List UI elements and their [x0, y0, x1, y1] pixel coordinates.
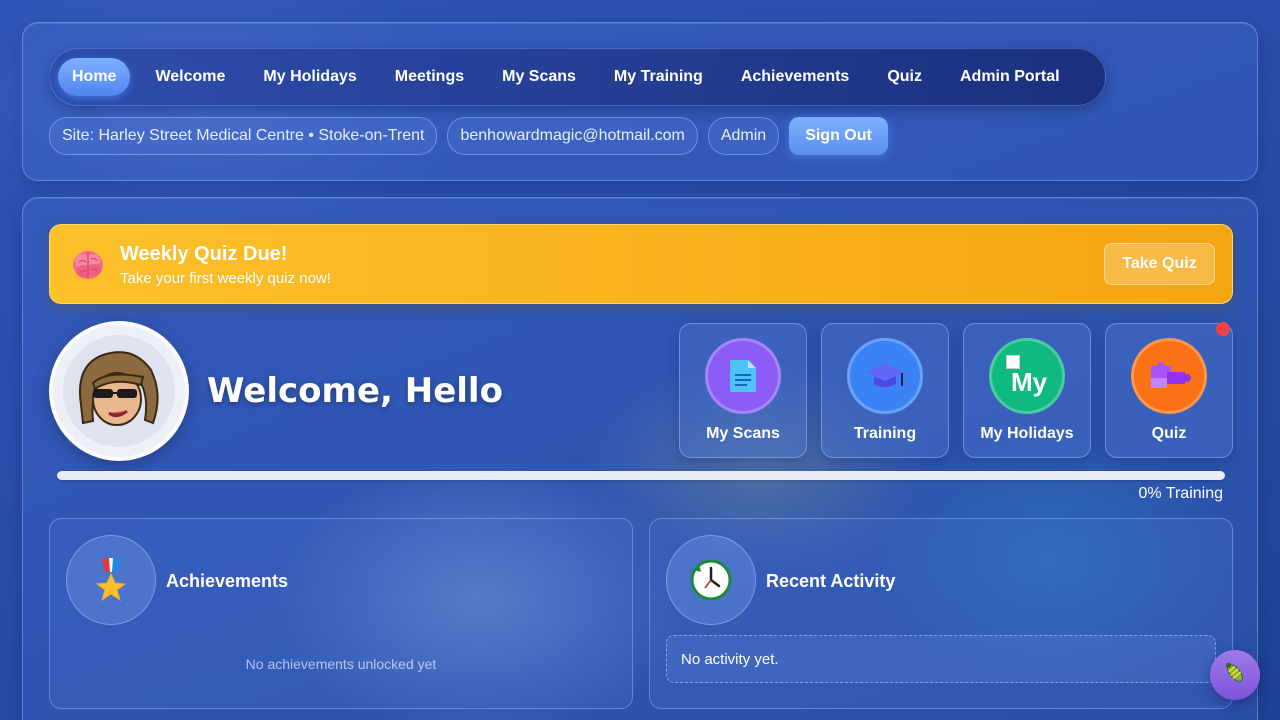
activity-empty-box: No activity yet.: [666, 635, 1216, 683]
nav-item-my-holidays[interactable]: My Holidays: [244, 58, 375, 96]
tile-my-holidays[interactable]: My My Holidays: [963, 323, 1091, 458]
nav-item-achievements[interactable]: Achievements: [722, 58, 869, 96]
take-quiz-button[interactable]: Take Quiz: [1104, 243, 1215, 285]
achievements-card: Achievements No achievements unlocked ye…: [49, 518, 633, 709]
sign-out-button[interactable]: Sign Out: [789, 117, 888, 155]
nav-item-welcome[interactable]: Welcome: [136, 58, 244, 96]
site-badge: Site: Harley Street Medical Centre • Sto…: [49, 117, 438, 155]
achievements-title: Achievements: [166, 571, 289, 591]
header-panel: Home Welcome My Holidays Meetings My Sca…: [22, 22, 1258, 181]
user-info-row: Site: Harley Street Medical Centre • Sto…: [49, 117, 888, 155]
clock-icon: [666, 535, 756, 625]
brain-icon: [70, 247, 106, 283]
tile-training[interactable]: Training: [821, 323, 949, 458]
nav-item-my-training[interactable]: My Training: [595, 58, 722, 96]
bug-report-button[interactable]: [1210, 650, 1260, 700]
dashboard-panel: Weekly Quiz Due! Take your first weekly …: [22, 197, 1258, 720]
tile-label: My Holidays: [980, 425, 1074, 442]
tile-label: Training: [853, 425, 917, 442]
notification-badge: [1216, 322, 1230, 336]
graduation-cap-icon: [847, 338, 923, 414]
quiz-banner-title: Weekly Quiz Due!: [120, 243, 288, 265]
nav-item-my-scans[interactable]: My Scans: [483, 58, 595, 96]
nav-item-home[interactable]: Home: [58, 58, 131, 96]
training-progress-label: 0% Training: [1138, 485, 1224, 502]
recent-activity-card: Recent Activity No activity yet.: [649, 518, 1233, 709]
quiz-due-banner: Weekly Quiz Due! Take your first weekly …: [49, 224, 1233, 304]
tile-label: Quiz: [1151, 425, 1187, 442]
tile-my-scans[interactable]: My Scans: [679, 323, 807, 458]
medal-icon: [66, 535, 156, 625]
tile-quiz[interactable]: Quiz: [1105, 322, 1233, 458]
achievements-empty-text: No achievements unlocked yet: [245, 656, 437, 672]
tile-label: My Scans: [706, 425, 780, 442]
nav-item-quiz[interactable]: Quiz: [868, 58, 941, 96]
quiz-banner-subtitle: Take your first weekly quiz now!: [120, 270, 331, 287]
user-email-badge: benhowardmagic@hotmail.com: [447, 117, 698, 155]
avatar[interactable]: [49, 321, 189, 461]
welcome-heading: Welcome, Hello: [207, 371, 503, 411]
broken-image-icon: My: [989, 338, 1065, 414]
role-badge: Admin: [707, 117, 780, 155]
nav-item-meetings[interactable]: Meetings: [376, 58, 483, 96]
nav-item-admin-portal[interactable]: Admin Portal: [941, 58, 1079, 96]
recent-activity-title: Recent Activity: [766, 571, 896, 591]
puzzle-icon: [1131, 338, 1207, 414]
training-progress-bar: [57, 471, 1225, 480]
bug-icon: [1222, 660, 1248, 691]
document-icon: [705, 338, 781, 414]
main-nav: Home Welcome My Holidays Meetings My Sca…: [49, 48, 1106, 106]
image-alt-text: My: [1010, 366, 1048, 397]
